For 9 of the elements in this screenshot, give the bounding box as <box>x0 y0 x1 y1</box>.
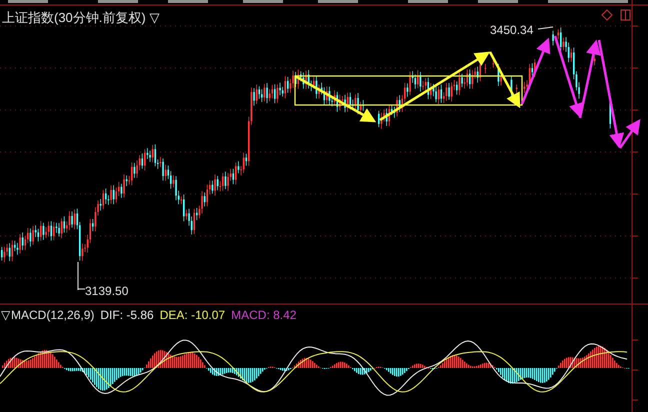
dea-value: DEA: -10.07 <box>160 307 226 324</box>
dropdown-caret[interactable]: ▽ <box>1 306 10 324</box>
chart-title: 上证指数(30分钟.前复权) <box>2 9 146 27</box>
dif-value: DIF: -5.86 <box>100 307 154 324</box>
indicator-name: MACD(12,26,9) <box>11 307 94 324</box>
dropdown-caret[interactable]: ▽ <box>150 8 160 28</box>
low-price-label: 3139.50 <box>85 283 128 300</box>
macd-value: MACD: 8.42 <box>231 307 296 324</box>
high-price-label: 3450.34 <box>490 22 534 39</box>
